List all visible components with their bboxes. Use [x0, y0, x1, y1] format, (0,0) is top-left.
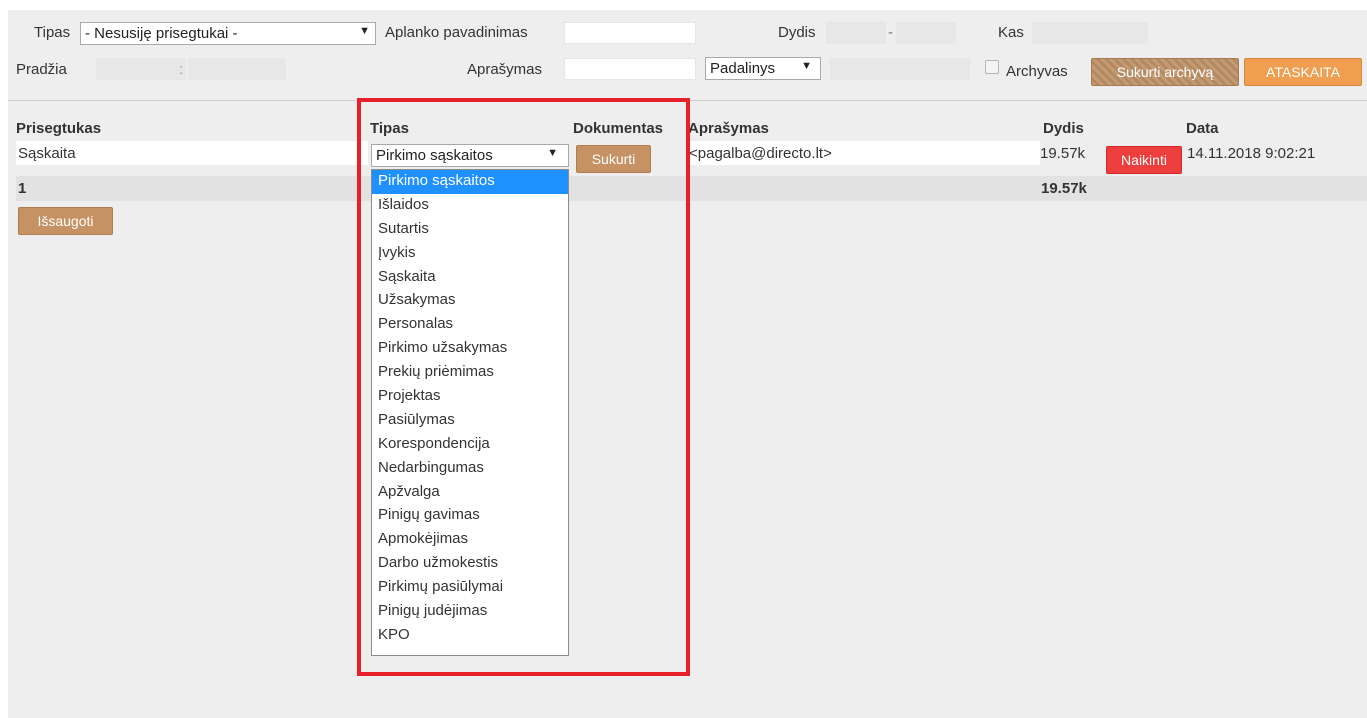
dropdown-option[interactable]: Pirkimų pasiūlymai [372, 576, 568, 600]
dropdown-option[interactable]: Užsakymas [372, 289, 568, 313]
kas-input[interactable] [1032, 22, 1148, 44]
dropdown-option[interactable]: Prekių priėmimas [372, 361, 568, 385]
aplanko-pavadinimas-input[interactable] [564, 22, 696, 44]
aprasymas-filter-label: Aprašymas [467, 61, 543, 78]
padalinys-value: Padalinys [710, 60, 776, 77]
tipas-dropdown-list[interactable]: Pirkimo sąskaitos Išlaidos Sutartis Įvyk… [371, 169, 569, 656]
issaugoti-button[interactable]: Išsaugoti [18, 207, 113, 235]
dropdown-option[interactable]: Pinigų judėjimas [372, 600, 568, 624]
totals-row [16, 176, 1367, 201]
app-panel: Tipas - Nesusiję prisegtukai - ▼ Aplanko… [8, 10, 1367, 718]
tipas-row-select[interactable]: Pirkimo sąskaitos ▼ [371, 144, 569, 167]
dydis-cell: 19.57k [1040, 145, 1086, 162]
dropdown-option[interactable]: Darbo užmokestis [372, 552, 568, 576]
header-prisegtukas: Prisegtukas [16, 120, 102, 137]
sukurti-button[interactable]: Sukurti [576, 145, 651, 173]
aplanko-pavadinimas-label: Aplanko pavadinimas [385, 24, 528, 41]
dropdown-option[interactable]: Personalas [372, 313, 568, 337]
chevron-down-icon: ▼ [359, 25, 370, 37]
prisegtukas-cell[interactable]: Sąskaita [18, 145, 76, 162]
pradzia-label: Pradžia [16, 61, 67, 78]
dropdown-option[interactable]: Pasiūlymas [372, 409, 568, 433]
dropdown-option[interactable]: Apžvalga [372, 481, 568, 505]
header-aprasymas: Aprašymas [688, 120, 769, 137]
archyvas-checkbox[interactable] [985, 60, 999, 74]
naikinti-button[interactable]: Naikinti [1106, 146, 1182, 174]
kas-label: Kas [998, 24, 1024, 41]
dropdown-option[interactable]: Nedarbingumas [372, 457, 568, 481]
dropdown-option[interactable]: Korespondencija [372, 433, 568, 457]
tipas-filter-select[interactable]: - Nesusiję prisegtukai - ▼ [80, 22, 376, 45]
header-dydis: Dydis [1043, 120, 1084, 137]
dropdown-option[interactable]: KPO [372, 624, 568, 648]
tipas-filter-label: Tipas [34, 24, 71, 41]
dropdown-option[interactable]: Įvykis [372, 242, 568, 266]
dropdown-option[interactable]: Projektas [372, 385, 568, 409]
filter-divider [8, 100, 1367, 101]
dropdown-option[interactable]: Pirkimo užsakymas [372, 337, 568, 361]
pradzia-time-input[interactable] [188, 58, 286, 80]
aprasymas-cell[interactable]: <pagalba@directo.lt> [689, 145, 832, 162]
padalinys-select[interactable]: Padalinys ▼ [705, 57, 821, 80]
header-data: Data [1186, 120, 1219, 137]
ataskaita-button[interactable]: ATASKAITA [1244, 58, 1362, 86]
dydis-separator: - [888, 24, 893, 41]
archyvas-label: Archyvas [1006, 63, 1068, 80]
dropdown-option[interactable]: Pinigų gavimas [372, 504, 568, 528]
dropdown-option[interactable]: Apmokėjimas [372, 528, 568, 552]
sukurti-archyva-button[interactable]: Sukurti archyvą [1091, 58, 1239, 86]
dydis-from-input[interactable] [826, 22, 886, 44]
dropdown-option[interactable]: Pirkimo sąskaitos [372, 170, 568, 194]
dropdown-option[interactable]: Sutartis [372, 218, 568, 242]
header-dokumentas: Dokumentas [573, 120, 664, 137]
data-cell: 14.11.2018 9:02:21 [1187, 145, 1316, 162]
tipas-filter-value: - Nesusiję prisegtukai - [85, 25, 238, 42]
padalinys-field[interactable] [830, 58, 970, 80]
totals-count: 1 [18, 180, 27, 197]
pradzia-date-input[interactable] [96, 58, 186, 80]
pradzia-separator: : [179, 61, 184, 78]
dropdown-option[interactable]: Sąskaita [372, 266, 568, 290]
chevron-down-icon: ▼ [801, 60, 812, 72]
totals-dydis: 19.57k [1041, 180, 1087, 197]
header-tipas: Tipas [370, 120, 409, 137]
chevron-down-icon: ▼ [547, 147, 558, 159]
tipas-row-value: Pirkimo sąskaitos [376, 147, 493, 164]
aprasymas-filter-input[interactable] [564, 58, 696, 80]
dropdown-option[interactable]: Išlaidos [372, 194, 568, 218]
dydis-filter-label: Dydis [778, 24, 816, 41]
dydis-to-input[interactable] [896, 22, 956, 44]
